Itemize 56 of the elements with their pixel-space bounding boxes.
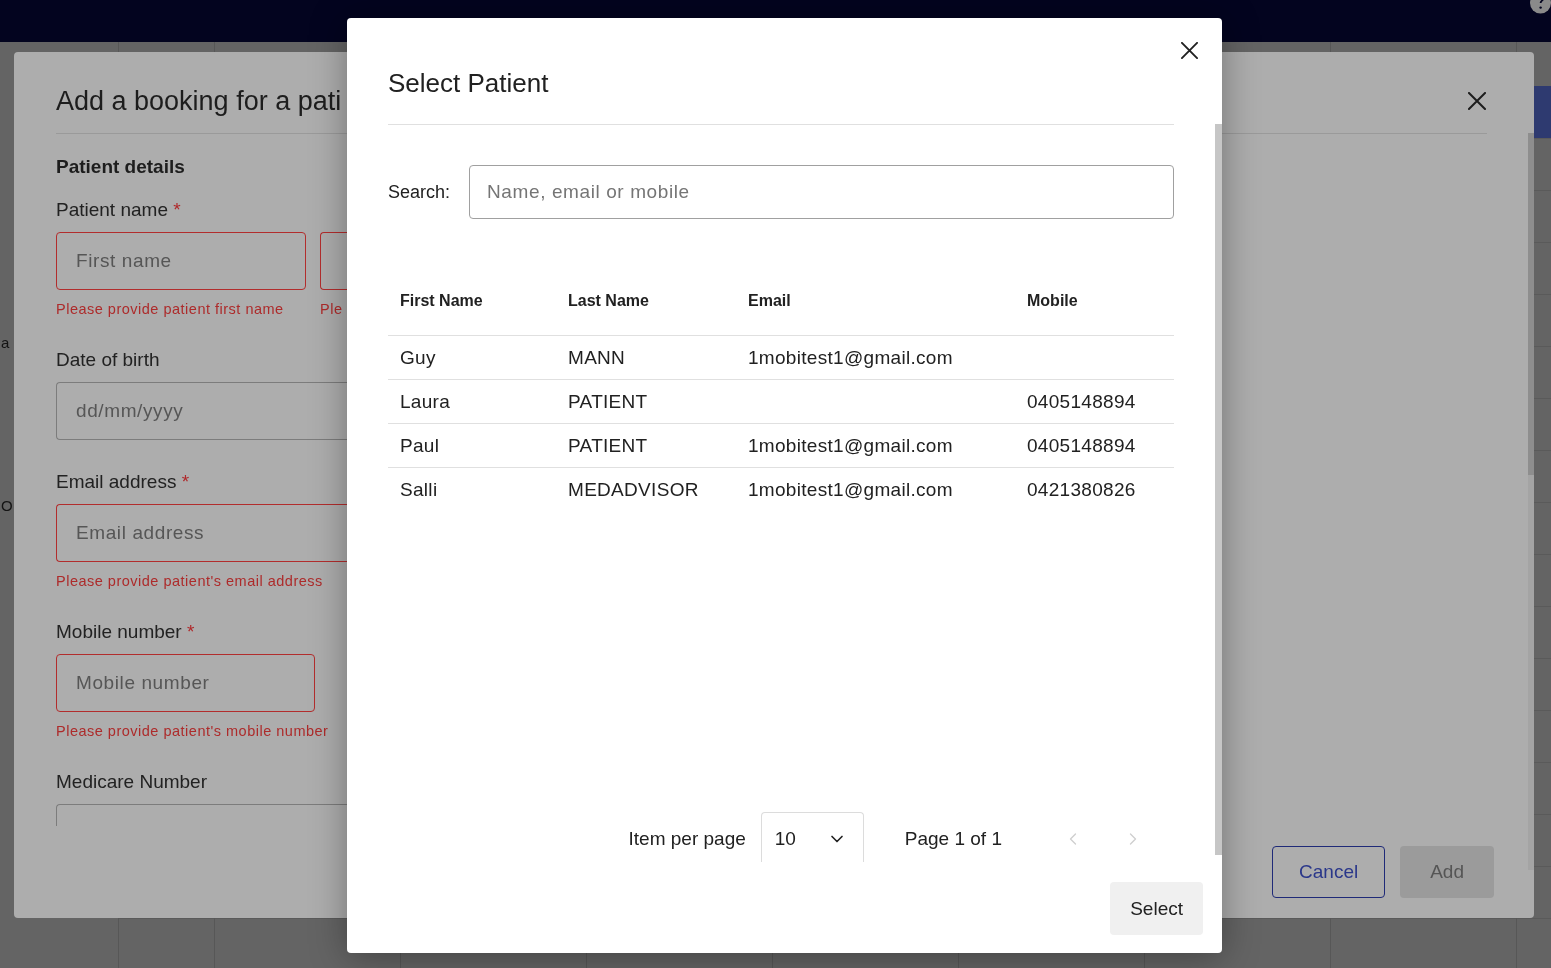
table-row[interactable]: Salli MEDADVISOR 1mobitest1@gmail.com 0421380826 (388, 468, 1174, 512)
table-cell-text: 1mobitest1@gmail.com (747, 478, 954, 501)
field-label: Date of birth (56, 348, 160, 372)
error-message: Please provide patient's mobile number (56, 722, 329, 740)
input-field[interactable]: dd/mm/yyyy (56, 382, 347, 440)
search-label: Search: (388, 181, 451, 203)
table-cell-text: Guy (399, 346, 437, 369)
scrollbar-track[interactable] (1528, 133, 1534, 870)
section-title: Patient details (56, 155, 186, 179)
input-field[interactable]: Mobile number (56, 654, 315, 712)
dialog-title: Select Patient (388, 68, 549, 98)
field-label: Mobile number * (56, 620, 195, 644)
page-text: a (1, 333, 10, 353)
scrollbar-thumb[interactable] (1215, 124, 1222, 855)
select-button[interactable]: Select (1110, 882, 1203, 935)
table-cell-text: 1mobitest1@gmail.com (747, 346, 954, 369)
input-field[interactable]: First name (56, 232, 306, 290)
close-icon (1180, 41, 1198, 59)
error-message: Please provide patient's email address (56, 572, 323, 590)
table-row[interactable]: Guy MANN 1mobitest1@gmail.com (388, 336, 1174, 380)
input-field[interactable] (56, 804, 347, 826)
column-header: First Name (399, 292, 484, 310)
search-field[interactable]: Name, email or mobile (469, 165, 1174, 219)
cancel-button[interactable]: Cancel (1272, 846, 1386, 898)
table-cell-text: PATIENT (567, 390, 649, 413)
table-cell-text: 0405148894 (1026, 390, 1137, 413)
table-cell-text: 1mobitest1@gmail.com (747, 434, 954, 457)
items-per-page-label: Item per page (628, 828, 746, 850)
column-header: Last Name (567, 292, 650, 310)
column-header: Email (747, 292, 792, 310)
table-cell-text: 0421380826 (1026, 478, 1137, 501)
table-cell-text: Paul (399, 434, 441, 457)
dialog-title: Add a booking for a pati (56, 86, 342, 116)
page-text: O (1, 496, 13, 516)
page-size-select[interactable]: 10 (760, 812, 864, 862)
field-label: Email address * (56, 470, 190, 494)
toolbar-button[interactable] (1534, 86, 1551, 138)
table-cell-text: MEDADVISOR (567, 478, 700, 501)
field-label: Medicare Number (56, 770, 207, 794)
page-info: Page 1 of 1 (904, 828, 1002, 850)
scrollbar-thumb[interactable] (1528, 133, 1534, 475)
error-message: Ple (320, 300, 343, 318)
table-row[interactable]: Paul PATIENT 1mobitest1@gmail.com 0405148894 (388, 424, 1174, 468)
input-field[interactable]: Email address (56, 504, 347, 562)
table-cell-text: 0405148894 (1026, 434, 1137, 457)
close-icon (1468, 92, 1486, 110)
table-cell-text: Salli (399, 478, 439, 501)
table-cell-text: MANN (567, 346, 627, 369)
table-row[interactable]: Laura PATIENT 0405148894 (388, 380, 1174, 424)
error-message: Please provide patient first name (56, 300, 284, 318)
column-header: Mobile (1026, 292, 1079, 310)
table-cell-text: Laura (399, 390, 452, 413)
help-icon[interactable] (1530, 0, 1551, 14)
close-button[interactable] (1465, 89, 1489, 113)
table-cell-text: PATIENT (567, 434, 649, 457)
field-label: Patient name * (56, 198, 181, 222)
